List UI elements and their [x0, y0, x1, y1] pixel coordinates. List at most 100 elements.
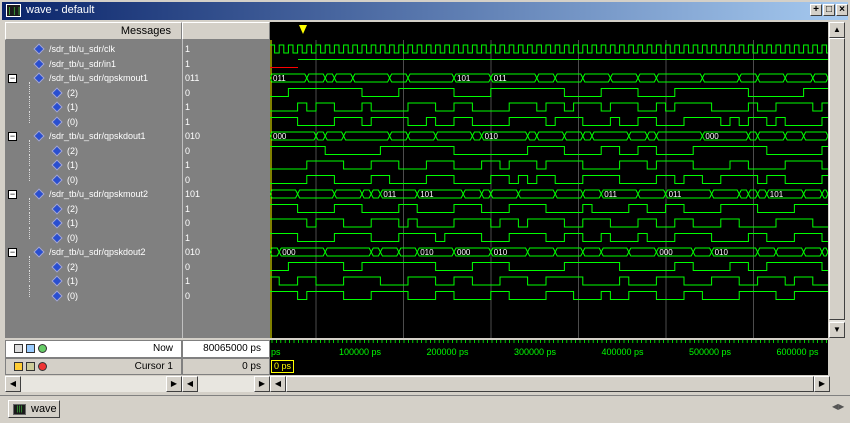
signal-diamond-icon [51, 159, 63, 171]
now-label: Now [152, 343, 173, 354]
bus-value-label: 000 [659, 248, 673, 257]
collapse-icon[interactable]: − [8, 248, 17, 257]
signal-bit-row[interactable]: (1) [5, 154, 182, 173]
tree-connector [29, 139, 30, 152]
signal-bit-row[interactable]: (0) [5, 110, 182, 130]
collapse-icon[interactable]: − [8, 74, 17, 83]
now-flag-icon[interactable] [14, 344, 23, 353]
waveform-canvas[interactable]: 011 101 011 000 010 000 011 101 011 011 101 000 010 0… [270, 22, 828, 338]
bus-segment [407, 131, 437, 141]
bus-segment [379, 247, 400, 257]
signal-diamond-icon [33, 130, 45, 142]
vertical-scroll-thumb[interactable] [829, 38, 845, 320]
signal-row[interactable]: − /sdr_tb/u_sdr/qpskdout2 [5, 245, 182, 260]
signal-bit-row[interactable]: (2) [5, 255, 182, 275]
values-hscrollbar[interactable]: ◀ ▶ [182, 376, 270, 392]
now-plus-icon[interactable] [38, 344, 47, 353]
bus-segment [333, 189, 363, 199]
signal-bit-row[interactable]: (1) [5, 96, 182, 115]
signal-diamond-icon [33, 72, 45, 84]
wave-scroll-left[interactable]: ◀ [270, 376, 286, 392]
restore-button[interactable]: □ [823, 4, 835, 16]
names-scroll-right[interactable]: ▶ [166, 376, 182, 392]
signal-bit-row[interactable]: (2) [5, 81, 182, 101]
signal-name: /sdr_tb/u_sdr/qpskdout1 [49, 131, 146, 141]
signal-values-pane[interactable]: 1 1 011 0 1 1 010 0 1 0 101 1 0 1 010 0 1 0 [182, 40, 270, 338]
collapse-icon[interactable]: − [8, 132, 17, 141]
cursor-strip[interactable]: 0 ps [270, 358, 828, 375]
signal-value: 010 [185, 247, 201, 257]
now-add-icon[interactable] [26, 344, 35, 353]
window-title: wave - default [26, 4, 95, 16]
tree-connector [29, 226, 30, 239]
bus-segment [527, 131, 538, 141]
cursor-row: Cursor 1 [5, 358, 182, 375]
signal-value: 1 [185, 102, 191, 112]
bus-segment [582, 247, 602, 257]
messages-header[interactable]: Messages [5, 22, 182, 40]
cursor-time-box[interactable]: 0 ps [271, 360, 295, 373]
bus-segment [352, 73, 391, 83]
signal-bit-row[interactable]: (1) [5, 270, 182, 289]
now-row: Now [5, 340, 182, 358]
tab-scroll-arrows[interactable]: ◀▶ [832, 402, 846, 416]
signal-row[interactable]: − /sdr_tb/u_sdr/qpskmout2 [5, 187, 182, 202]
signal-value: 0 [185, 261, 191, 272]
names-scroll-left[interactable]: ◀ [5, 376, 21, 392]
bus-value-label: 011 [383, 190, 396, 199]
signal-value: 1 [185, 58, 191, 69]
signal-row[interactable]: − /sdr_tb/u_sdr/qpskdout1 [5, 129, 182, 144]
signal-bit-row[interactable]: (2) [5, 197, 182, 217]
scroll-up-button[interactable]: ▲ [829, 22, 845, 38]
tree-connector [29, 154, 30, 166]
bus-segment [655, 73, 703, 83]
signal-names-pane[interactable]: /sdr_tb/u_sdr/clk/sdr_tb/u_sdr/in1 − /sdr_… [5, 40, 182, 338]
wave-scroll-right[interactable]: ▶ [814, 376, 830, 392]
signal-value: 1 [185, 44, 191, 54]
vertical-scrollbar[interactable]: ▲ ▼ [829, 22, 845, 338]
close-button[interactable]: × [836, 4, 848, 16]
values-header[interactable] [182, 22, 270, 40]
signal-diamond-icon [33, 188, 45, 200]
bus-segment [600, 247, 630, 257]
bus-value-label: 000 [705, 132, 719, 141]
names-hscrollbar[interactable]: ◀ ▶ [5, 376, 182, 392]
digital-waveform [270, 117, 828, 126]
waveform-pane[interactable]: 011 101 011 000 010 000 011 101 011 011 101 000 010 0… [270, 22, 828, 338]
dock-button[interactable]: + [810, 4, 822, 16]
bus-segment [711, 189, 740, 199]
signal-row[interactable]: − /sdr_tb/u_sdr/qpskmout1 [5, 71, 182, 86]
cursor-lock-icon[interactable] [14, 362, 23, 371]
values-scroll-left[interactable]: ◀ [182, 376, 198, 392]
signal-row[interactable]: /sdr_tb/u_sdr/in1 [5, 57, 182, 72]
signal-bit-row[interactable]: (2) [5, 139, 182, 159]
bus-segment [628, 247, 657, 257]
cursor-delete-icon[interactable] [38, 362, 47, 371]
signal-bit-row[interactable]: (0) [5, 226, 182, 246]
values-scroll-right[interactable]: ▶ [254, 376, 270, 392]
wave-tab[interactable]: ||| wave [8, 400, 60, 418]
bus-segment [517, 189, 556, 199]
signal-diamond-icon [51, 115, 63, 128]
wave-app-icon: ||| [6, 4, 22, 17]
window-titlebar: ||| wave - default + □ × [2, 2, 848, 20]
signal-bit-row[interactable]: (0) [5, 284, 182, 304]
bus-segment [637, 73, 657, 83]
time-ruler[interactable]: ps 100000 ps 200000 ps 300000 ps 400000 ps 50… [270, 340, 828, 358]
wave-hscrollbar[interactable]: ◀ ▶ [270, 376, 830, 392]
bus-segment [490, 189, 519, 199]
digital-waveform [270, 102, 828, 112]
signal-row[interactable]: /sdr_tb/u_sdr/clk [5, 42, 182, 57]
signal-bit-row[interactable]: (0) [5, 168, 182, 188]
signal-bit-row[interactable]: (1) [5, 212, 182, 231]
wave-hscroll-thumb[interactable] [286, 376, 814, 392]
scroll-down-button[interactable]: ▼ [829, 322, 845, 338]
collapse-icon[interactable]: − [8, 190, 17, 199]
bus-segment [270, 189, 299, 199]
signal-diamond-icon [51, 101, 63, 113]
cursor-edit-icon[interactable] [26, 362, 35, 371]
now-value: 80065000 ps [203, 343, 261, 354]
signal-diamond-icon [33, 43, 45, 55]
bus-value-label: 000 [282, 248, 296, 257]
cursor-value: 0 ps [242, 361, 261, 372]
